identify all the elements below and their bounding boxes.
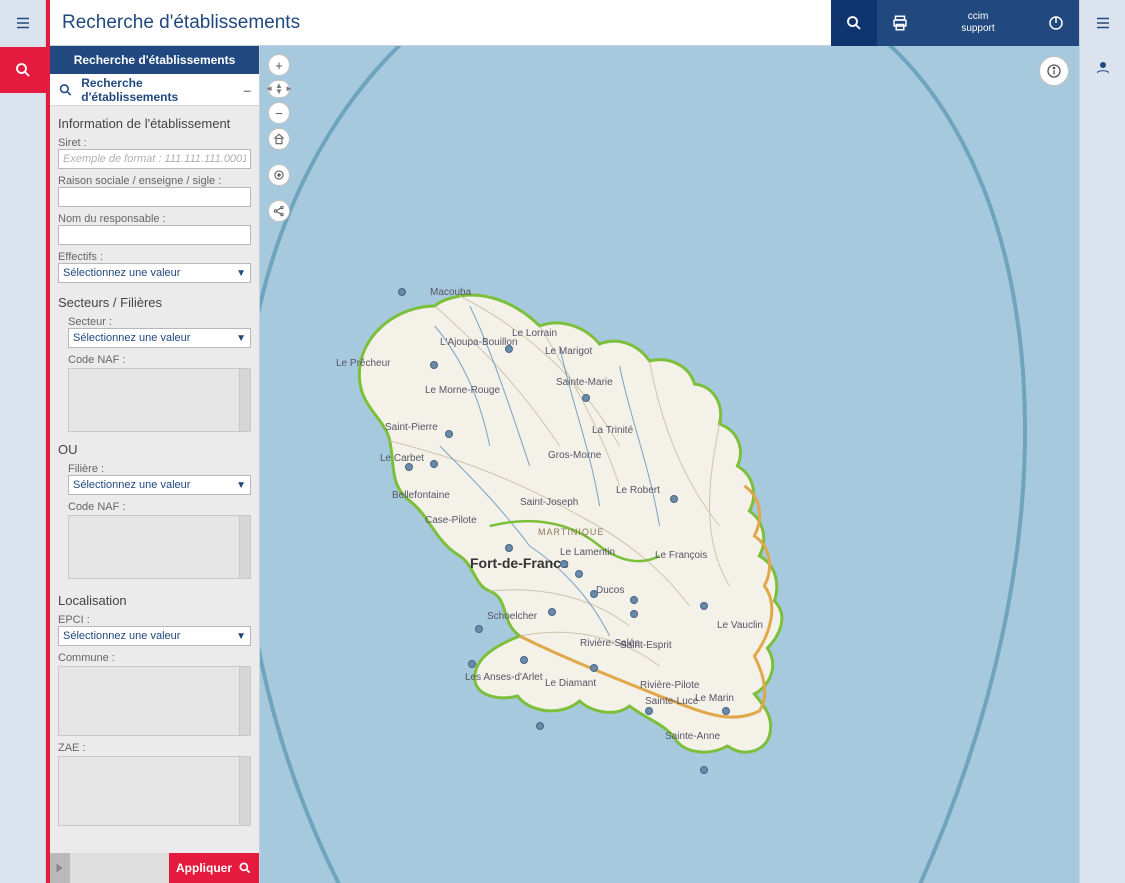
zoom-in-button[interactable]: + — [268, 54, 290, 76]
label-raison: Raison sociale / enseigne / sigle : — [58, 175, 251, 187]
map-svg — [260, 46, 1079, 883]
chevron-down-icon: ▼ — [236, 480, 246, 491]
print-button[interactable] — [877, 0, 923, 46]
section-title-info: Information de l'établissement — [58, 116, 251, 131]
map-marker[interactable] — [590, 590, 598, 598]
map-info-button[interactable] — [1039, 56, 1069, 86]
chevron-down-icon: ▼ — [236, 268, 246, 279]
map-marker[interactable] — [575, 570, 583, 578]
responsable-input[interactable] — [58, 225, 251, 245]
left-rail — [0, 0, 46, 883]
panel-subtitle: Recherche d'établissements — [81, 76, 235, 104]
label-naf2: Code NAF : — [68, 501, 251, 513]
apply-button[interactable]: Appliquer — [169, 853, 259, 883]
label-responsable: Nom du responsable : — [58, 213, 251, 225]
filiere-select[interactable]: Sélectionnez une valeur ▼ — [68, 475, 251, 495]
map-marker[interactable] — [700, 766, 708, 774]
user-line1: ccim — [968, 11, 989, 23]
zae-multiselect[interactable] — [58, 756, 251, 826]
effectifs-select[interactable]: Sélectionnez une valeur ▼ — [58, 263, 251, 283]
raison-input[interactable] — [58, 187, 251, 207]
section-title-localisation: Localisation — [58, 593, 251, 608]
map-marker[interactable] — [505, 544, 513, 552]
right-rail — [1079, 0, 1125, 883]
commune-multiselect[interactable] — [58, 666, 251, 736]
page-title: Recherche d'établissements — [50, 12, 831, 34]
island-shape — [359, 295, 782, 752]
search-icon — [238, 861, 252, 875]
map-marker[interactable] — [630, 596, 638, 604]
map-marker[interactable] — [536, 722, 544, 730]
map-marker[interactable] — [590, 664, 598, 672]
menu-icon[interactable] — [14, 14, 32, 37]
panel-footer: Appliquer — [50, 853, 259, 883]
naf1-multiselect[interactable] — [68, 368, 251, 432]
zoom-out-button[interactable]: − — [268, 102, 290, 124]
map-marker[interactable] — [398, 288, 406, 296]
panel-subtitle-row[interactable]: Recherche d'établissements – — [50, 74, 259, 106]
help-hand-icon[interactable] — [1094, 59, 1112, 82]
home-extent-button[interactable] — [268, 128, 290, 150]
label-effectifs: Effectifs : — [58, 251, 251, 263]
siret-input[interactable] — [58, 149, 251, 169]
chevron-down-icon: ▼ — [236, 333, 246, 344]
map-marker[interactable] — [475, 625, 483, 633]
map-marker[interactable] — [582, 394, 590, 402]
label-secteur: Secteur : — [68, 316, 251, 328]
secteur-select[interactable]: Sélectionnez une valeur ▼ — [68, 328, 251, 348]
panel-titlebar: Recherche d'établissements — [50, 46, 259, 74]
map-marker[interactable] — [405, 463, 413, 471]
map-marker[interactable] — [505, 345, 513, 353]
label-naf1: Code NAF : — [68, 354, 251, 366]
menu-icon-right[interactable] — [1094, 14, 1112, 37]
map-toolbar: + ◄▲▼► − — [268, 54, 290, 222]
search-panel-toggle[interactable] — [0, 47, 46, 93]
panel-collapse-tab[interactable] — [50, 853, 70, 883]
map-marker[interactable] — [430, 460, 438, 468]
map-marker[interactable] — [630, 610, 638, 618]
pan-cluster[interactable]: ◄▲▼► — [268, 80, 290, 98]
map-marker[interactable] — [430, 361, 438, 369]
panel-body: Information de l'établissement Siret : R… — [50, 106, 259, 853]
label-epci: EPCI : — [58, 614, 251, 626]
map-marker[interactable] — [520, 656, 528, 664]
map-marker[interactable] — [468, 660, 476, 668]
map-marker[interactable] — [548, 608, 556, 616]
label-zae: ZAE : — [58, 742, 251, 754]
naf2-multiselect[interactable] — [68, 515, 251, 579]
map-marker[interactable] — [722, 707, 730, 715]
search-panel: Recherche d'établissements Recherche d'é… — [50, 46, 260, 883]
label-commune: Commune : — [58, 652, 251, 664]
user-line2: support — [961, 23, 994, 35]
collapse-panel-icon[interactable]: – — [243, 82, 251, 98]
locate-button[interactable] — [268, 164, 290, 186]
header-actions: ccim support — [831, 0, 1079, 46]
map-marker[interactable] — [700, 602, 708, 610]
footer-spacer — [70, 853, 169, 883]
map-marker[interactable] — [445, 430, 453, 438]
search-icon — [58, 82, 73, 98]
epci-select[interactable]: Sélectionnez une valeur ▼ — [58, 626, 251, 646]
header: Recherche d'établissements ccim support — [50, 0, 1079, 46]
label-ou: OU — [58, 442, 251, 457]
map-marker[interactable] — [670, 495, 678, 503]
section-title-secteurs: Secteurs / Filières — [58, 295, 251, 310]
map[interactable] — [260, 46, 1079, 883]
user-badge[interactable]: ccim support — [923, 0, 1033, 46]
map-marker[interactable] — [645, 707, 653, 715]
label-siret: Siret : — [58, 137, 251, 149]
map-marker[interactable] — [560, 560, 568, 568]
label-filiere: Filière : — [68, 463, 251, 475]
logout-button[interactable] — [1033, 0, 1079, 46]
share-button[interactable] — [268, 200, 290, 222]
chevron-down-icon: ▼ — [236, 631, 246, 642]
header-search-button[interactable] — [831, 0, 877, 46]
